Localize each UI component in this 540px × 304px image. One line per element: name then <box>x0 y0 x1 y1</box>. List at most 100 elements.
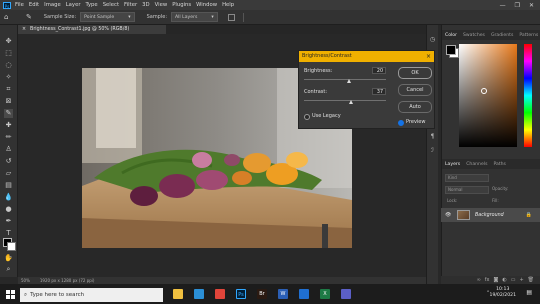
chrome-icon[interactable] <box>215 289 225 299</box>
zoom-level[interactable]: 50% <box>21 278 30 283</box>
notification-icon[interactable]: ▤ <box>526 289 532 296</box>
document-info: 1920 px x 1280 px (72 ppi) <box>39 278 95 283</box>
file-explorer-icon[interactable] <box>173 289 183 299</box>
teams-icon[interactable] <box>341 289 351 299</box>
preview-checkbox[interactable] <box>398 120 404 126</box>
frame-tool-icon[interactable]: ⊠ <box>4 97 13 106</box>
close-tab-icon[interactable]: × <box>22 27 26 32</box>
menu-layer[interactable]: Layer <box>66 2 81 8</box>
eyedropper-tool-icon[interactable]: ✎ <box>4 109 13 118</box>
minimize-icon[interactable]: — <box>500 2 506 9</box>
blur-tool-icon[interactable]: 💧 <box>4 193 13 202</box>
marquee-tool-icon[interactable]: ⬚ <box>4 49 13 58</box>
menu-file[interactable]: File <box>15 2 24 8</box>
tab-patterns[interactable]: Patterns <box>519 33 538 38</box>
menu-3d[interactable]: 3D <box>142 2 149 8</box>
hue-slider[interactable] <box>524 44 532 147</box>
blend-mode-dropdown[interactable]: Normal <box>445 186 489 194</box>
layer-row[interactable]: 👁 Background 🔒 <box>441 208 540 222</box>
photoshop-icon[interactable]: Ps <box>236 289 246 299</box>
brush-tool-icon[interactable]: ✏ <box>4 133 13 142</box>
ok-button[interactable]: OK <box>398 67 432 79</box>
eyedropper-tool-icon[interactable]: ✎ <box>26 13 32 21</box>
windows-start-icon[interactable] <box>6 289 15 299</box>
link-layers-icon[interactable]: ∞ <box>477 277 481 283</box>
contrast-input[interactable]: 37 <box>372 88 386 95</box>
sample-size-value: Point Sample <box>84 14 115 20</box>
color-picker-field[interactable] <box>459 44 517 147</box>
contrast-label: Contrast: <box>304 89 328 95</box>
brightness-input[interactable]: 20 <box>372 67 386 74</box>
tab-channels[interactable]: Channels <box>466 162 487 167</box>
new-group-icon[interactable]: ▭ <box>511 277 516 283</box>
cancel-button[interactable]: Cancel <box>398 84 432 96</box>
show-sampling-ring-checkbox[interactable] <box>227 13 235 21</box>
taskbar-search[interactable]: ⌕ Type here to search <box>20 288 163 302</box>
tab-paths[interactable]: Paths <box>493 162 506 167</box>
zoom-tool-icon[interactable]: ⌕ <box>4 265 13 274</box>
menu-help[interactable]: Help <box>222 2 234 8</box>
layer-name[interactable]: Background <box>475 213 504 218</box>
menu-select[interactable]: Select <box>103 2 119 8</box>
color-picker-marker[interactable] <box>481 88 487 94</box>
menu-view[interactable]: View <box>155 2 168 8</box>
mask-icon[interactable]: ◙ <box>493 277 498 283</box>
history-panel-icon[interactable]: ◷ <box>429 36 436 43</box>
adjustment-layer-icon[interactable]: ◐ <box>502 277 506 283</box>
taskbar-clock[interactable]: 10:13 19/02/2021 <box>490 287 516 299</box>
brightness-slider-thumb[interactable] <box>346 79 351 83</box>
menu-image[interactable]: Image <box>44 2 61 8</box>
new-layer-icon[interactable]: + <box>519 277 523 283</box>
menu-type[interactable]: Type <box>86 2 98 8</box>
glyphs-panel-icon[interactable]: ℐ <box>429 147 436 154</box>
trash-icon[interactable]: 🗑 <box>528 277 534 283</box>
gradient-tool-icon[interactable]: ▤ <box>4 181 13 190</box>
tab-color[interactable]: Color <box>445 33 457 38</box>
contrast-slider-thumb[interactable] <box>349 100 354 104</box>
close-icon[interactable]: ✕ <box>529 2 534 9</box>
word-icon[interactable]: W <box>278 289 288 299</box>
background-color-swatch[interactable] <box>7 242 16 251</box>
clone-stamp-tool-icon[interactable]: ♙ <box>4 145 13 154</box>
move-tool-icon[interactable]: ✥ <box>4 37 13 46</box>
contrast-slider-track[interactable] <box>304 100 386 101</box>
chevron-down-icon: ▾ <box>211 14 214 20</box>
menu-window[interactable]: Window <box>196 2 217 8</box>
use-legacy-checkbox[interactable] <box>304 114 310 120</box>
restore-icon[interactable]: ❐ <box>515 2 520 9</box>
menu-edit[interactable]: Edit <box>29 2 39 8</box>
tab-layers[interactable]: Layers <box>445 162 460 167</box>
close-icon[interactable]: × <box>426 51 431 62</box>
bridge-icon[interactable]: Br <box>257 289 267 299</box>
paragraph-panel-icon[interactable]: ¶ <box>429 133 436 140</box>
tab-swatches[interactable]: Swatches <box>463 33 485 38</box>
dodge-tool-icon[interactable]: ● <box>4 205 13 214</box>
sample-size-dropdown[interactable]: Point Sample ▾ <box>80 12 135 22</box>
history-brush-tool-icon[interactable]: ↺ <box>4 157 13 166</box>
type-tool-icon[interactable]: T <box>4 229 13 238</box>
hand-tool-icon[interactable]: ✋ <box>4 254 13 263</box>
menu-plugins[interactable]: Plugins <box>172 2 191 8</box>
menu-filter[interactable]: Filter <box>124 2 137 8</box>
layers-panel-tabs: Layers Channels Paths <box>442 159 540 169</box>
home-icon[interactable]: ⌂ <box>4 13 12 21</box>
excel-icon[interactable]: X <box>320 289 330 299</box>
crop-tool-icon[interactable]: ⌗ <box>4 85 13 94</box>
tab-gradients[interactable]: Gradients <box>491 33 513 38</box>
mail-icon[interactable] <box>299 289 309 299</box>
auto-button[interactable]: Auto <box>398 101 432 113</box>
quick-select-tool-icon[interactable]: ✧ <box>4 73 13 82</box>
fx-icon[interactable]: fx <box>485 277 490 283</box>
visibility-eye-icon[interactable]: 👁 <box>445 213 451 218</box>
document-tab[interactable]: × Brightness_Contrast1.jpg @ 50% (RGB/8) <box>18 25 166 34</box>
dialog-title-bar[interactable]: Brightness/Contrast <box>299 51 434 62</box>
lasso-tool-icon[interactable]: ◌ <box>4 61 13 70</box>
brightness-slider-track[interactable] <box>304 79 386 80</box>
edge-icon[interactable] <box>194 289 204 299</box>
eraser-tool-icon[interactable]: ▱ <box>4 169 13 178</box>
foreground-color-swatch[interactable] <box>446 45 456 55</box>
layer-filter-kind[interactable]: Kind <box>445 174 489 182</box>
healing-brush-tool-icon[interactable]: ✚ <box>4 121 13 130</box>
pen-tool-icon[interactable]: ✒ <box>4 217 13 226</box>
sample-dropdown[interactable]: All Layers ▾ <box>171 12 218 22</box>
